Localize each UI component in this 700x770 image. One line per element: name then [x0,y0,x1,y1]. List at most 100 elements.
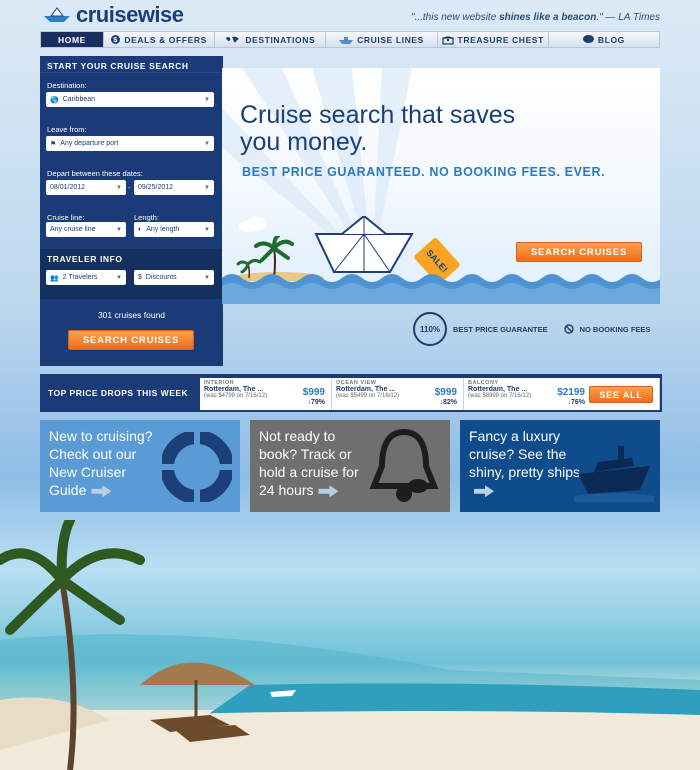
nav-cruise-lines[interactable]: CRUISE LINES [326,32,438,47]
guarantee-badges: 110% BEST PRICE GUARANTEE NO BOOKING FEE… [413,312,650,346]
traveler-info-section: TRAVELER INFO 👥 2 Travelers ▼ $ Discounts ▼ [40,249,223,299]
paper-boat-logo-icon [44,7,70,22]
life-ring-icon [162,432,232,502]
price-drop-item[interactable]: BALCONY Rotterdam, The ... (was $8999 on… [464,378,660,410]
length-select[interactable]: ◐ Any length ▼ [134,222,214,237]
nav-blog-label: BLOG [597,34,625,45]
traveler-info-title: TRAVELER INFO [47,254,123,264]
arrow-right-icon [318,485,339,498]
quote-source: ." — LA Times [596,12,660,23]
hero-subhead: BEST PRICE GUARANTEED. NO BOOKING FEES. … [242,165,606,179]
cruise-line-select[interactable]: Any cruise line ▼ [46,222,126,237]
cloud-icon [239,217,267,232]
nav-home[interactable]: HOME [41,32,104,47]
arrow-right-icon [474,485,494,498]
main-nav: HOME $ DEALS & OFFERS DESTINATIONS CRUIS… [40,31,660,48]
promo-new-cruiser-text: New to cruising? Check out our New Cruis… [49,428,153,498]
promo-track-cruise[interactable]: Not ready to book? Track or hold a cruis… [250,420,450,512]
leave-from-label: Leave from: [47,125,87,134]
arrow-right-icon [91,485,112,498]
departure-port-value: Any departure port [60,140,119,147]
length-label: Length: [134,213,160,222]
travelers-select[interactable]: 👥 2 Travelers ▼ [46,270,126,285]
travelers-value: 2 Travelers [62,274,98,281]
search-panel-title: START YOUR CRUISE SEARCH [40,56,223,73]
promo-new-cruiser[interactable]: New to cruising? Check out our New Cruis… [40,420,240,512]
see-all-button[interactable]: SEE ALL [589,386,653,403]
logo-text: cruisewise [76,2,184,27]
quote-highlight: shines like a beacon [499,12,597,23]
flag-icon: ⚑ [50,140,57,148]
chevron-down-icon: ▼ [204,274,210,281]
chevron-down-icon: ▼ [116,184,122,191]
beach-palm-graphic [0,520,700,770]
departure-port-select[interactable]: ⚑ Any departure port ▼ [46,136,214,151]
ship-icon [574,446,654,502]
treasure-chest-icon [441,35,454,45]
cruise-search-panel: START YOUR CRUISE SEARCH Destination: 🌎 C… [40,56,223,366]
discounts-value: Discounts [145,274,177,281]
nav-treasure-label: TREASURE CHEST [457,34,544,45]
price-drop-item[interactable]: INTERIOR Rotterdam, The ... (was $4799 o… [200,378,332,410]
beach-scene-background [0,520,700,770]
chevron-down-icon: ▼ [204,140,210,147]
sidebar-search-button[interactable]: SEARCH CRUISES [68,330,194,350]
destination-label: Destination: [47,81,87,90]
drop-price: $2199 [557,387,585,398]
cruise-line-label: Cruise line: [47,213,85,222]
hero-search-button[interactable]: SEARCH CRUISES [516,242,642,262]
drop-price: $999 [434,387,457,398]
drop-percent: ↓76% [567,399,585,406]
dollar-icon: $ [111,35,121,44]
chevron-down-icon: ▼ [116,226,122,233]
destination-value: Caribbean [62,96,96,103]
length-value: Any length [146,226,180,233]
promo-text: Not ready to book? Track or hold a cruis… [259,427,371,499]
nav-treasure-chest[interactable]: TREASURE CHEST [438,32,549,47]
date-separator: - [128,183,131,192]
press-quote: "...this new website shines like a beaco… [411,12,660,23]
world-map-icon [226,36,240,42]
promo-text: Fancy a luxury cruise? See the shiny, pr… [469,427,581,499]
date-from-value: 08/01/2012 [50,184,86,191]
cruise-line-value: Any cruise line [50,226,96,233]
best-price-label: BEST PRICE GUARANTEE [453,324,548,334]
badge-percent: 110% [419,324,441,334]
drop-percent: ↓79% [307,399,325,406]
price-drops-title: TOP PRICE DROPS THIS WEEK [48,388,189,398]
clock-icon: ◐ [138,226,143,233]
nav-cruise-lines-label: CRUISE LINES [357,34,424,45]
ship-icon [339,36,354,44]
speech-bubble-icon [582,35,594,43]
promo-luxury-cruise[interactable]: Fancy a luxury cruise? See the shiny, pr… [460,420,660,512]
nav-blog[interactable]: BLOG [549,32,659,47]
results-count: 301 cruises found [97,310,166,320]
chevron-down-icon: ▼ [204,96,210,103]
price-drop-item[interactable]: OCEAN VIEW Rotterdam, The ... (was $5499… [332,378,464,410]
promo-luxury-text: Fancy a luxury cruise? See the shiny, pr… [469,428,581,480]
quote-start: "...this new website [411,12,500,23]
laurel-badge-icon: 110% [413,312,447,346]
chevron-down-icon: ▼ [204,184,210,191]
no-fees-icon [563,324,574,334]
nav-destinations[interactable]: DESTINATIONS [215,32,327,47]
dollar-icon: $ [138,274,142,281]
discounts-select[interactable]: $ Discounts ▼ [134,270,214,285]
nav-home-label: HOME [58,34,86,45]
date-from-input[interactable]: 08/01/2012 ▼ [46,180,126,195]
drop-price: $999 [302,387,325,398]
ocean-waves-graphic [222,274,660,304]
hero-banner: Cruise search that saves you money. BEST… [222,68,660,304]
drop-percent: ↓82% [439,399,457,406]
hero-headline: Cruise search that saves you money. [240,101,516,156]
bell-icon [369,428,439,502]
nav-deals-offers[interactable]: $ DEALS & OFFERS [104,32,216,47]
people-icon: 👥 [50,274,59,282]
globe-icon: 🌎 [50,96,59,104]
no-fees-label: NO BOOKING FEES [579,324,651,334]
chevron-down-icon: ▼ [204,226,210,233]
nav-deals-label: DEALS & OFFERS [124,34,207,45]
date-to-input[interactable]: 09/25/2012 ▼ [134,180,214,195]
destination-select[interactable]: 🌎 Caribbean ▼ [46,92,214,107]
logo[interactable]: cruisewise [42,2,184,27]
